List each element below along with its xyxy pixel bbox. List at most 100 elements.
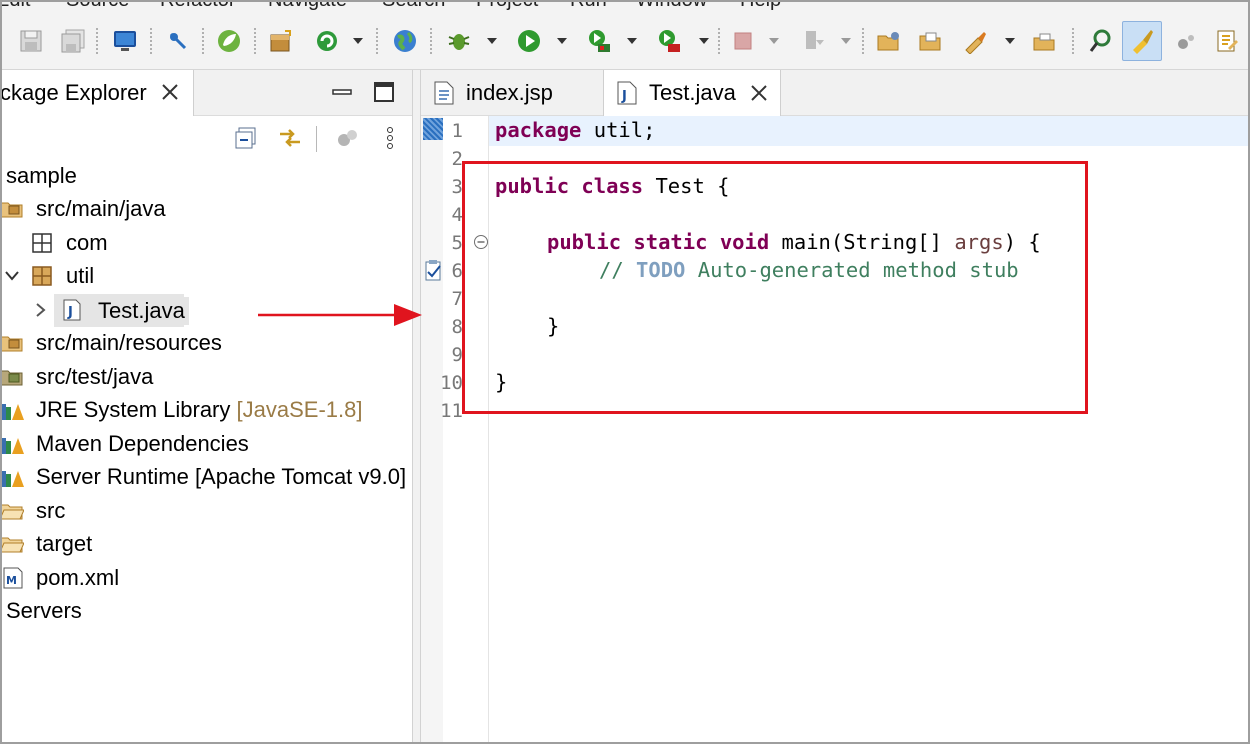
terminate-icon[interactable]: [728, 26, 758, 56]
tree-item-server-runtime[interactable]: Server Runtime [Apache Tomcat v9.0]: [0, 461, 412, 494]
menu-navigate[interactable]: Navigate: [268, 0, 347, 12]
line-number: 1: [451, 120, 463, 142]
tree-item-jre-system-library[interactable]: JRE System Library [JavaSE-1.8]: [0, 394, 412, 427]
tree-item-label: Maven Dependencies: [36, 431, 249, 456]
chevron-down-icon[interactable]: [486, 36, 498, 46]
tab-test-java[interactable]: J Test.java: [603, 70, 781, 116]
tree-item-com[interactable]: com: [0, 227, 412, 260]
line-number: 8: [451, 316, 463, 338]
tree-item-label: com: [66, 230, 108, 255]
package-explorer-tabbar: ckage Explorer: [0, 70, 412, 116]
library-icon: [0, 471, 24, 487]
stop-server-icon[interactable]: [654, 26, 684, 56]
menu-project[interactable]: Project: [476, 0, 538, 12]
menu-window[interactable]: Window: [636, 0, 707, 12]
package-explorer: ckage Explorer sample src/main/java com …: [0, 70, 412, 744]
toolbar-separator: [718, 28, 720, 54]
view-menu-icon[interactable]: [376, 124, 404, 152]
tab-label: index.jsp: [466, 80, 553, 105]
run-server-icon[interactable]: [584, 26, 614, 56]
globe-icon[interactable]: [390, 26, 420, 56]
menu-search[interactable]: Search: [382, 0, 445, 12]
tree-item-label: Test.java: [94, 297, 189, 325]
minimize-icon[interactable]: [330, 80, 354, 104]
toolbar-separator: [316, 126, 317, 152]
tree-item-servers[interactable]: Servers: [0, 595, 412, 628]
chevron-down-icon[interactable]: [4, 268, 20, 284]
brush-icon[interactable]: [960, 26, 990, 56]
panel-splitter[interactable]: [412, 70, 421, 744]
refresh-icon[interactable]: [312, 26, 342, 56]
chevron-down-icon[interactable]: [1004, 36, 1016, 46]
link-with-editor-icon[interactable]: [276, 124, 304, 152]
menu-edit[interactable]: Edit: [0, 0, 30, 12]
tree-item-src[interactable]: src: [0, 495, 412, 528]
source-folder-icon: [0, 336, 23, 352]
tree-item-maven-dependencies[interactable]: Maven Dependencies: [0, 428, 412, 461]
annotation-arrow-icon: [258, 304, 422, 326]
folder-icon: [0, 504, 24, 520]
tree-item-pom-xml[interactable]: M pom.xml: [0, 562, 412, 595]
highlight-icon[interactable]: [1122, 21, 1162, 61]
maximize-icon[interactable]: [372, 80, 396, 104]
package-icon[interactable]: [266, 26, 296, 56]
open-type-icon[interactable]: [916, 26, 946, 56]
menu-help[interactable]: Help: [740, 0, 781, 12]
tree-item-label: util: [66, 263, 95, 288]
chevron-down-icon[interactable]: [840, 36, 852, 46]
line-number: 7: [451, 288, 463, 310]
chevron-down-icon[interactable]: [556, 36, 568, 46]
run-icon[interactable]: [514, 26, 544, 56]
line-number: 4: [451, 204, 463, 226]
line-number: 10: [440, 372, 463, 394]
external-tools-icon[interactable]: [800, 26, 830, 56]
tree-item-label: src: [36, 498, 66, 523]
package-explorer-view-toolbar: [0, 116, 412, 160]
tree-item-src-main-java[interactable]: src/main/java: [0, 193, 412, 226]
collapse-all-icon[interactable]: [232, 124, 260, 152]
tree-item-sample[interactable]: sample: [0, 160, 412, 193]
chevron-down-icon[interactable]: [698, 36, 710, 46]
tree-item-label: src/main/resources: [36, 330, 222, 355]
menu-source[interactable]: Source: [66, 0, 129, 12]
chevron-down-icon[interactable]: [352, 36, 364, 46]
library-name: JRE System Library: [36, 397, 231, 422]
search-icon[interactable]: [1086, 26, 1116, 56]
open-task-icon[interactable]: [1030, 26, 1060, 56]
svg-text:J: J: [67, 305, 73, 320]
main-toolbar: [0, 12, 1250, 70]
toolbar-separator: [1072, 28, 1074, 54]
chevron-right-icon[interactable]: [34, 302, 48, 318]
focus-task-icon[interactable]: [334, 124, 362, 152]
save-all-icon[interactable]: [58, 26, 88, 56]
debug-icon[interactable]: [444, 26, 474, 56]
paint-icon[interactable]: [1172, 26, 1202, 56]
tree-item-src-main-resources[interactable]: src/main/resources: [0, 327, 412, 360]
chevron-down-icon[interactable]: [626, 36, 638, 46]
menu-refactor[interactable]: Refactor: [160, 0, 236, 12]
tree-item-src-test-java[interactable]: src/test/java: [0, 361, 412, 394]
line-number: 11: [440, 400, 463, 422]
toggle-breakpoint-icon[interactable]: [163, 26, 193, 56]
tree-item-util[interactable]: util: [0, 260, 412, 293]
publish-icon[interactable]: [1212, 26, 1242, 56]
maven-file-icon: M: [3, 567, 23, 589]
toolbar-separator: [430, 28, 432, 54]
spring-icon[interactable]: [214, 26, 244, 56]
code-text: util;: [581, 118, 656, 142]
tree-item-target[interactable]: target: [0, 528, 412, 561]
close-icon[interactable]: [160, 82, 180, 102]
save-icon[interactable]: [16, 26, 46, 56]
tab-package-explorer[interactable]: ckage Explorer: [0, 70, 194, 116]
tab-index-jsp[interactable]: index.jsp: [421, 70, 601, 116]
close-icon[interactable]: [750, 84, 768, 102]
library-icon: [0, 404, 24, 420]
menu-run[interactable]: Run: [570, 0, 607, 12]
package-icon: [32, 233, 52, 253]
terminal-icon[interactable]: [110, 26, 140, 56]
package-explorer-title: ckage Explorer: [0, 80, 147, 105]
line-number: 5: [451, 232, 463, 254]
open-folder-icon[interactable]: [874, 26, 904, 56]
chevron-down-icon[interactable]: [768, 36, 780, 46]
editor-tabbar: index.jsp J Test.java: [421, 70, 1250, 116]
